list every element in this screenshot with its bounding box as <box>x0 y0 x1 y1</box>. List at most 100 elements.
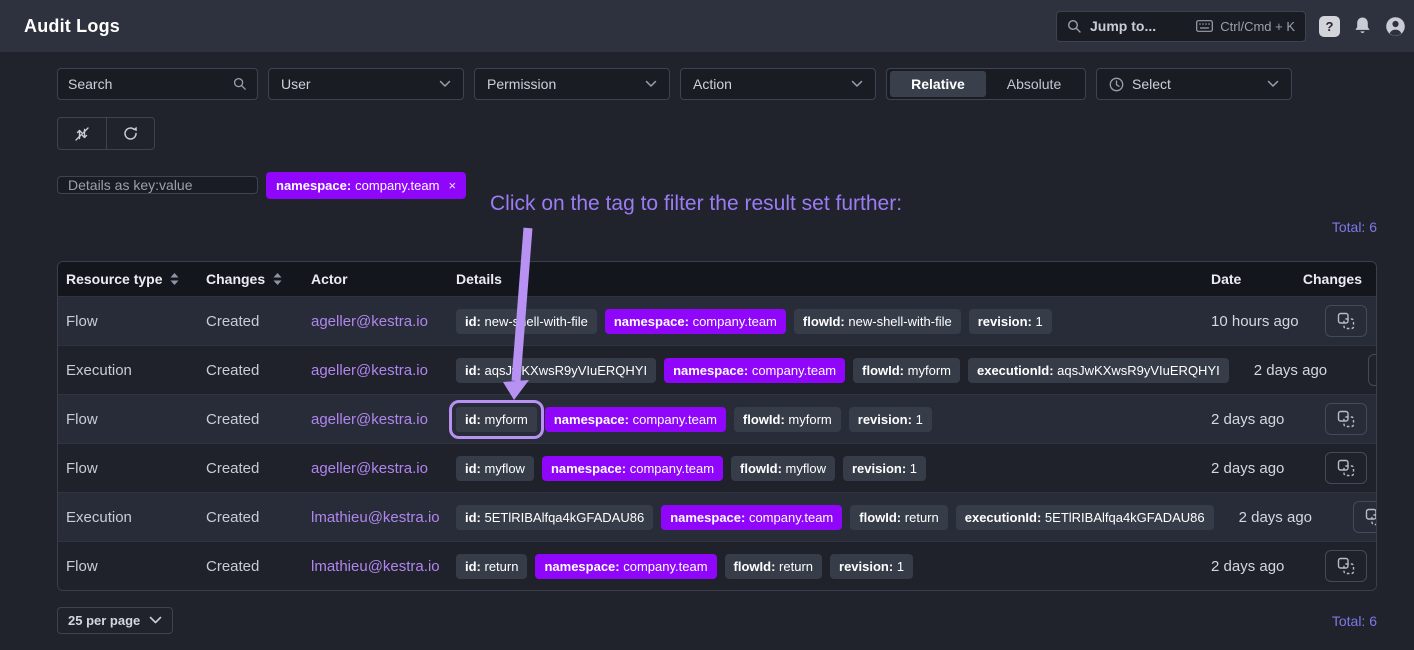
detail-tag-revision[interactable]: revision: 1 <box>849 407 932 432</box>
search-filter[interactable] <box>57 68 258 100</box>
detail-tag-key: id: <box>465 559 481 574</box>
detail-tag-flowId[interactable]: flowId: myflow <box>731 456 835 481</box>
view-changes-button[interactable] <box>1353 501 1377 533</box>
table-row: FlowCreatedageller@kestra.ioid: myflowna… <box>58 443 1376 492</box>
relative-toggle-button[interactable]: Relative <box>890 71 986 97</box>
bell-icon[interactable] <box>1353 16 1372 36</box>
column-header-date: Date <box>1186 271 1301 287</box>
auto-refresh-off-button[interactable] <box>58 118 106 149</box>
sort-icon[interactable] <box>273 273 282 285</box>
date-cell: 2 days ago <box>1186 558 1301 575</box>
diff-icon <box>1364 507 1377 527</box>
sort-icon[interactable] <box>170 273 179 285</box>
detail-tag-executionId[interactable]: executionId: 5ETlRIBAlfqa4kGFADAU86 <box>956 505 1214 530</box>
jump-to-input[interactable] <box>1090 18 1182 34</box>
column-header-changes-btn: Changes <box>1301 271 1376 287</box>
column-header-label: Details <box>456 271 502 287</box>
detail-tag-id[interactable]: id: aqsJwKXwsR9yVIuERQHYI <box>456 358 656 383</box>
search-input[interactable] <box>68 76 218 92</box>
detail-tag-flowId[interactable]: flowId: new-shell-with-file <box>794 309 961 334</box>
actor-link[interactable]: lmathieu@kestra.io <box>303 558 448 575</box>
jump-to-search[interactable]: Ctrl/Cmd + K <box>1056 11 1306 42</box>
account-icon[interactable] <box>1385 16 1406 37</box>
detail-tag-executionId[interactable]: executionId: aqsJwKXwsR9yVIuERQHYI <box>968 358 1229 383</box>
detail-tag-id[interactable]: id: myform <box>456 407 537 432</box>
table-row: ExecutionCreatedlmathieu@kestra.ioid: 5E… <box>58 492 1376 541</box>
detail-tag-namespace[interactable]: namespace: company.team <box>605 309 786 334</box>
details-cell: id: 5ETlRIBAlfqa4kGFADAU86 namespace: com… <box>448 505 1214 530</box>
actor-link[interactable]: ageller@kestra.io <box>303 362 448 379</box>
detail-tag-flowId[interactable]: flowId: return <box>725 554 822 579</box>
view-changes-button[interactable] <box>1368 354 1377 386</box>
details-filter[interactable] <box>57 176 258 194</box>
column-header-actor: Actor <box>303 271 448 287</box>
table-actions-group <box>57 117 155 150</box>
view-changes-button[interactable] <box>1325 452 1367 484</box>
close-icon[interactable]: × <box>448 178 456 193</box>
changes-cell: Created <box>198 362 303 379</box>
changes-button-cell <box>1329 501 1377 533</box>
detail-tag-namespace[interactable]: namespace: company.team <box>661 505 842 530</box>
permission-filter-select[interactable]: Permission <box>474 68 670 100</box>
topbar: Audit Logs Ctrl/Cmd + K ? <box>0 0 1414 52</box>
column-header-label: Actor <box>311 271 348 287</box>
auto-refresh-off-icon <box>73 125 91 143</box>
keyboard-icon <box>1196 20 1213 32</box>
changes-cell: Created <box>198 460 303 477</box>
column-header-resource-type[interactable]: Resource type <box>58 271 198 287</box>
column-header-changes[interactable]: Changes <box>198 271 303 287</box>
actor-link[interactable]: lmathieu@kestra.io <box>303 509 448 526</box>
detail-tag-flowId[interactable]: flowId: myform <box>853 358 960 383</box>
absolute-toggle-button[interactable]: Absolute <box>986 71 1082 97</box>
permission-filter-label: Permission <box>487 76 556 92</box>
details-cell: id: new-shell-with-file namespace: compan… <box>448 309 1186 334</box>
filter-row: User Permission Action Relative Absolute <box>57 68 1377 100</box>
namespace-filter-tag[interactable]: namespace: company.team × <box>266 172 466 199</box>
table-row: FlowCreatedageller@kestra.ioid: new-shel… <box>58 296 1376 345</box>
detail-tag-revision[interactable]: revision: 1 <box>830 554 913 579</box>
detail-tag-id[interactable]: id: return <box>456 554 527 579</box>
detail-tag-key: flowId: <box>803 314 845 329</box>
search-icon <box>1067 19 1082 34</box>
detail-tag-key: namespace: <box>673 363 748 378</box>
detail-tag-id[interactable]: id: 5ETlRIBAlfqa4kGFADAU86 <box>456 505 653 530</box>
help-icon[interactable]: ? <box>1319 16 1340 37</box>
column-header-label: Resource type <box>66 271 162 287</box>
actor-link[interactable]: ageller@kestra.io <box>303 411 448 428</box>
date-cell: 2 days ago <box>1186 460 1301 477</box>
diff-icon <box>1336 458 1356 478</box>
detail-tag-namespace[interactable]: namespace: company.team <box>664 358 845 383</box>
date-range-select[interactable]: Select <box>1096 68 1292 100</box>
detail-tag-flowId[interactable]: flowId: return <box>850 505 947 530</box>
chevron-down-icon <box>439 80 451 88</box>
detail-tag-id[interactable]: id: new-shell-with-file <box>456 309 597 334</box>
user-filter-select[interactable]: User <box>268 68 464 100</box>
detail-tag-namespace[interactable]: namespace: company.team <box>535 554 716 579</box>
detail-tag-namespace[interactable]: namespace: company.team <box>545 407 726 432</box>
view-changes-button[interactable] <box>1325 550 1367 582</box>
detail-tag-id[interactable]: id: myflow <box>456 456 534 481</box>
date-cell: 10 hours ago <box>1186 313 1301 330</box>
changes-cell: Created <box>198 509 303 526</box>
view-changes-button[interactable] <box>1325 305 1367 337</box>
changes-button-cell <box>1301 403 1376 435</box>
actor-link[interactable]: ageller@kestra.io <box>303 313 448 330</box>
content: User Permission Action Relative Absolute <box>0 52 1414 634</box>
detail-tag-flowId[interactable]: flowId: myform <box>734 407 841 432</box>
detail-tag-key: namespace: <box>614 314 689 329</box>
actor-link[interactable]: ageller@kestra.io <box>303 460 448 477</box>
detail-tag-revision[interactable]: revision: 1 <box>969 309 1052 334</box>
per-page-select[interactable]: 25 per page <box>57 607 173 634</box>
resource-type-cell: Flow <box>58 313 198 330</box>
changes-cell: Created <box>198 313 303 330</box>
view-changes-button[interactable] <box>1325 403 1367 435</box>
refresh-button[interactable] <box>106 118 154 149</box>
action-filter-select[interactable]: Action <box>680 68 876 100</box>
detail-tag-revision[interactable]: revision: 1 <box>843 456 926 481</box>
detail-tag-key: revision: <box>858 412 912 427</box>
detail-tag-key: executionId: <box>977 363 1054 378</box>
detail-tag-key: id: <box>465 412 481 427</box>
details-filter-input[interactable] <box>68 177 238 193</box>
user-filter-label: User <box>281 76 311 92</box>
detail-tag-namespace[interactable]: namespace: company.team <box>542 456 723 481</box>
